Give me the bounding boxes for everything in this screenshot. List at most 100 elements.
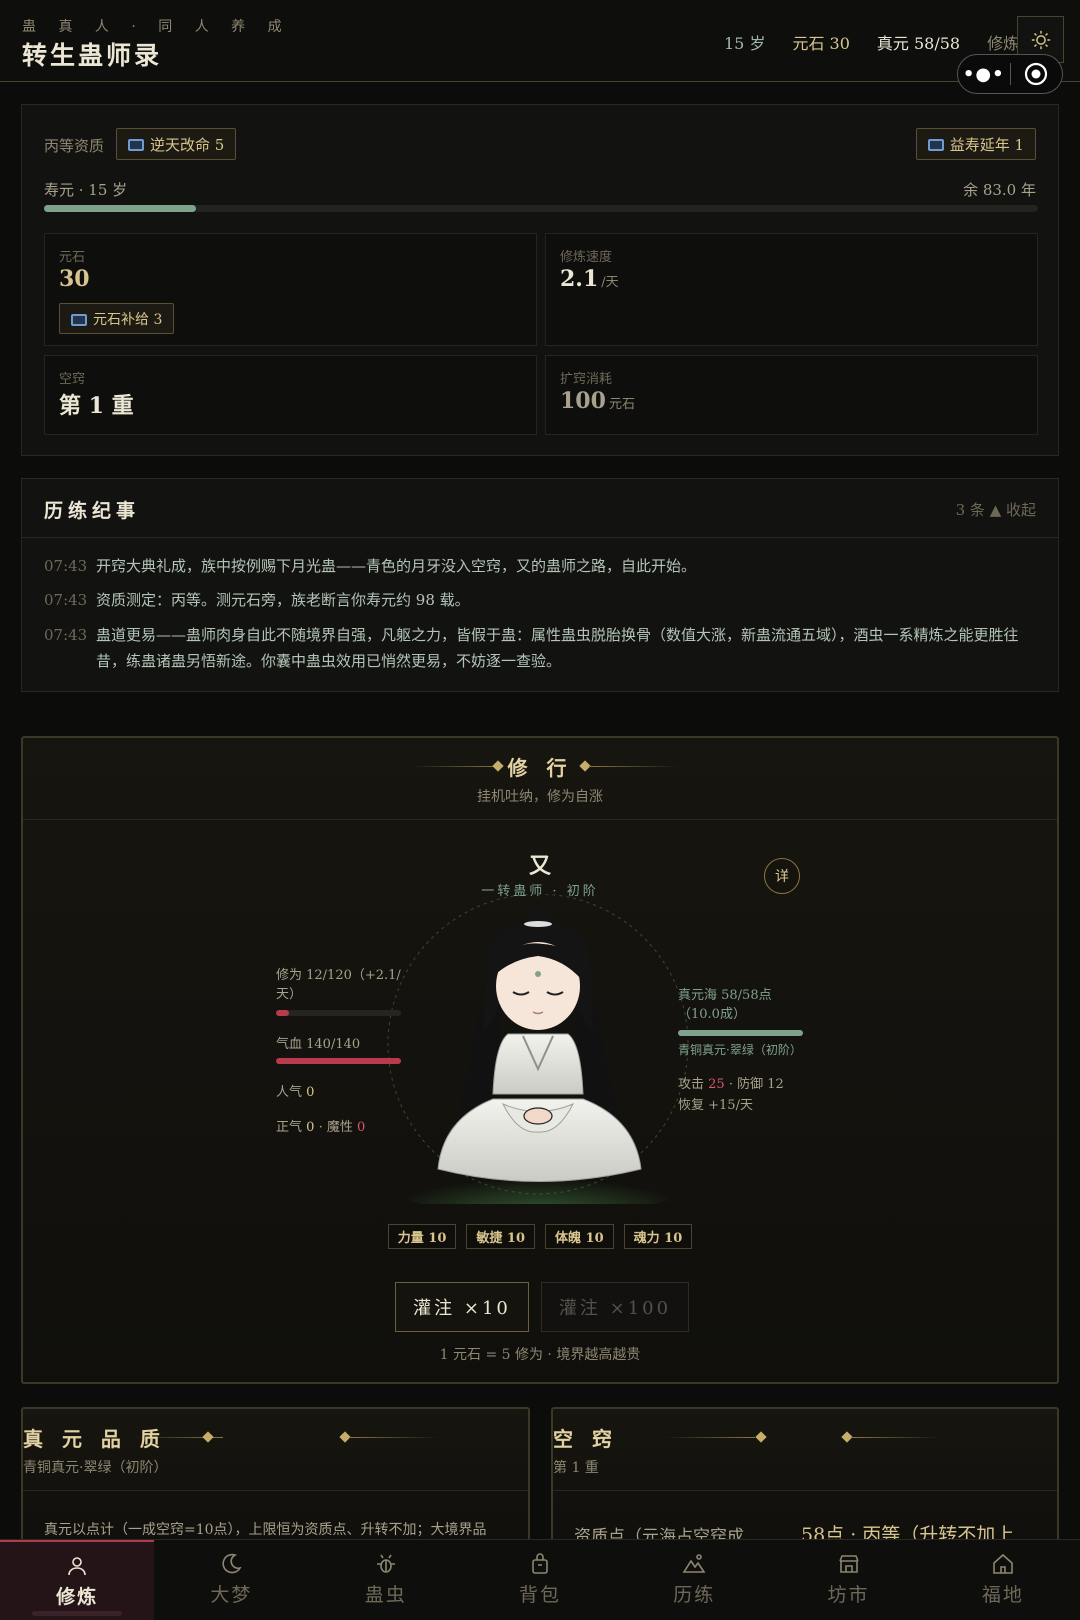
- app-title: 转生蛊师录: [22, 41, 163, 70]
- nav-label: 大梦: [210, 1584, 253, 1606]
- infuse-10-button[interactable]: 灌注 ×10: [395, 1282, 529, 1332]
- mountain-icon: [682, 1554, 706, 1573]
- quality-panel: 真 元 品 质 青铜真元·翠绿（初阶） 真元以点计（一成空窍=10点），上限恒为…: [21, 1407, 530, 1547]
- attack-label: 攻击: [678, 1077, 705, 1092]
- speed-value: 2.1: [560, 266, 599, 292]
- life-ad-button[interactable]: 益寿延年 1: [915, 128, 1036, 160]
- regen-stat: 恢复 +15/天: [678, 1098, 753, 1113]
- nav-item-market[interactable]: 坊市: [771, 1540, 925, 1620]
- fate-ad-label: 逆天改命 5: [150, 135, 225, 154]
- ornament-line: [349, 1437, 439, 1438]
- lifespan-bar: [44, 205, 1038, 212]
- lifespan-remain: 余 83.0 年: [963, 181, 1036, 199]
- cultivation-progress-label: 修为 12/120（+2.1/天）: [276, 968, 401, 1002]
- yuanshi-ad-button[interactable]: 元石补给 3: [59, 303, 175, 334]
- quality-text: 真元以点计（一成空窍=10点），上限恒为资质点、升转不加；大境界品: [44, 1522, 487, 1538]
- lifespan-label: 寿元 · 15 岁: [44, 181, 128, 199]
- justice-label: 正气: [276, 1120, 303, 1135]
- log-entry: 07:43 开窍大典礼成，族中按例赐下月光蛊——青色的月牙没入空窍，又的蛊师之路…: [44, 553, 1038, 579]
- infuse-100-button[interactable]: 灌注 ×100: [541, 1282, 689, 1332]
- nav-item-gu[interactable]: 蛊虫: [309, 1540, 463, 1620]
- zhenyuan-stat: 真元 58/58: [876, 34, 961, 53]
- more-dots-icon[interactable]: •●•: [958, 64, 1010, 85]
- aptitude-label: 丙等资质: [44, 137, 105, 155]
- cultivation-progress-bar: [276, 1010, 401, 1016]
- fame-stat: 人气 0: [276, 1083, 314, 1102]
- log-text: 开窍大典礼成，族中按例赐下月光蛊——青色的月牙没入空窍，又的蛊师之路，自此开始。: [96, 557, 697, 575]
- log-text: 蛊道更易——蛊师肉身自此不随境界自强，凡躯之力，皆假于蛊：属性蛊虫脱胎换骨（数值…: [96, 626, 1019, 670]
- mini-program-capsule: •●•: [957, 54, 1063, 94]
- cultivation-subtitle: 挂机吐纳，修为自涨: [477, 789, 603, 805]
- attribute-agility: 敏捷 10: [466, 1224, 535, 1249]
- aperture-subtitle: 第 1 重: [553, 1460, 599, 1476]
- zhenyuan-sea-bar: [678, 1030, 803, 1036]
- log-time: 07:43: [44, 626, 88, 644]
- combat-stat: 攻击 25 · 防御 12: [678, 1075, 784, 1094]
- top-stats: 15 岁 元石 30 真元 58/58 修炼 +: [724, 30, 1038, 54]
- nav-label: 历练: [673, 1584, 716, 1606]
- zhenyuan-quality: 青铜真元·翠绿（初阶）: [678, 1043, 802, 1057]
- aperture-title: 空 窍: [553, 1427, 618, 1451]
- ornament-line: [589, 766, 679, 767]
- life-ad-label: 益寿延年 1: [949, 135, 1024, 154]
- attribute-strength: 力量 10: [387, 1224, 457, 1249]
- quality-subtitle: 青铜真元·翠绿（初阶）: [23, 1460, 168, 1476]
- attribute-soul: 魂力 10: [623, 1224, 693, 1249]
- home-icon: [993, 1553, 1013, 1574]
- close-capsule-button[interactable]: [1010, 62, 1062, 86]
- yuanshi-ad-label: 元石补给 3: [93, 311, 163, 328]
- attribute-physique: 体魄 10: [545, 1224, 614, 1249]
- hp-bar-fill: [276, 1058, 401, 1064]
- cultivation-title: 修 行: [507, 756, 573, 780]
- nav-item-dream[interactable]: 大梦: [154, 1540, 308, 1620]
- character-name: 又: [528, 853, 551, 879]
- cultivation-header: 修 行 挂机吐纳，修为自涨: [23, 738, 1057, 820]
- yuanshi-card-value: 30: [59, 266, 90, 292]
- top-bar: 蛊 真 人 · 同 人 养 成 转生蛊师录 15 岁 元石 30 真元 58/5…: [0, 0, 1080, 82]
- expand-card-value: 100 元石: [560, 388, 635, 414]
- nav-item-blessed-land[interactable]: 福地: [926, 1540, 1080, 1620]
- aperture-header: 空 窍 第 1 重: [553, 1409, 1057, 1491]
- nav-item-cultivate[interactable]: 修炼: [0, 1540, 155, 1620]
- active-indicator: [32, 1611, 123, 1616]
- bottom-nav: 修炼 大梦 蛊虫 背包 历练 坊市 福地: [0, 1539, 1080, 1620]
- nav-item-bag[interactable]: 背包: [463, 1540, 617, 1620]
- log-title: 历练纪事: [44, 500, 141, 522]
- detail-button[interactable]: 详: [764, 858, 800, 894]
- speed-card-label: 修炼速度: [560, 250, 613, 265]
- log-panel: 历练纪事 3 条 ▲ 收起 07:43 开窍大典礼成，族中按例赐下月光蛊——青色…: [21, 478, 1059, 692]
- nav-label: 背包: [518, 1584, 561, 1606]
- quality-title: 真 元 品 质: [23, 1427, 166, 1451]
- target-icon: [1025, 62, 1048, 86]
- yuanshi-stat: 元石 30: [792, 34, 850, 53]
- fame-value: 0: [306, 1085, 315, 1100]
- aperture-card: 空窍 第 1 重: [44, 355, 537, 435]
- attack-value: 25: [708, 1077, 725, 1092]
- yuanshi-card-label: 元石: [59, 250, 86, 265]
- defense-label: · 防御 12: [728, 1077, 784, 1092]
- nav-label: 坊市: [827, 1584, 870, 1606]
- moon-icon: [222, 1553, 243, 1574]
- morality-stat: 正气 0 · 魔性 0: [276, 1118, 365, 1137]
- speed-unit: /天: [601, 275, 619, 290]
- expand-card-label: 扩窍消耗: [560, 372, 613, 387]
- ornament-line: [851, 1437, 941, 1438]
- aperture-card-value: 第 1 重: [59, 393, 134, 419]
- nav-item-adventure[interactable]: 历练: [617, 1540, 771, 1620]
- log-entry: 07:43 资质测定：丙等。测元石旁，族老断言你寿元约 98 载。: [44, 587, 1038, 613]
- fame-label: 人气: [276, 1085, 303, 1100]
- justice-value: 0: [306, 1120, 315, 1135]
- speed-card: 修炼速度 2.1/天: [545, 233, 1038, 346]
- tv-icon: [927, 139, 944, 151]
- cultivation-progress-fill: [276, 1010, 289, 1016]
- hp-bar: [276, 1058, 401, 1064]
- demon-value: 0: [356, 1120, 366, 1135]
- age-stat: 15 岁: [724, 34, 766, 53]
- log-collapse-toggle[interactable]: 3 条 ▲ 收起: [956, 499, 1036, 520]
- aperture-panel: 空 窍 第 1 重 资质点（元海占空窍成 58点 · 丙等（升转不加上: [551, 1407, 1059, 1547]
- log-header[interactable]: 历练纪事 3 条 ▲ 收起: [22, 479, 1058, 538]
- hp-label: 气血 140/140: [276, 1037, 361, 1052]
- nav-label: 福地: [981, 1584, 1024, 1606]
- expand-unit: 元石: [608, 397, 635, 412]
- fate-ad-button[interactable]: 逆天改命 5: [116, 128, 237, 160]
